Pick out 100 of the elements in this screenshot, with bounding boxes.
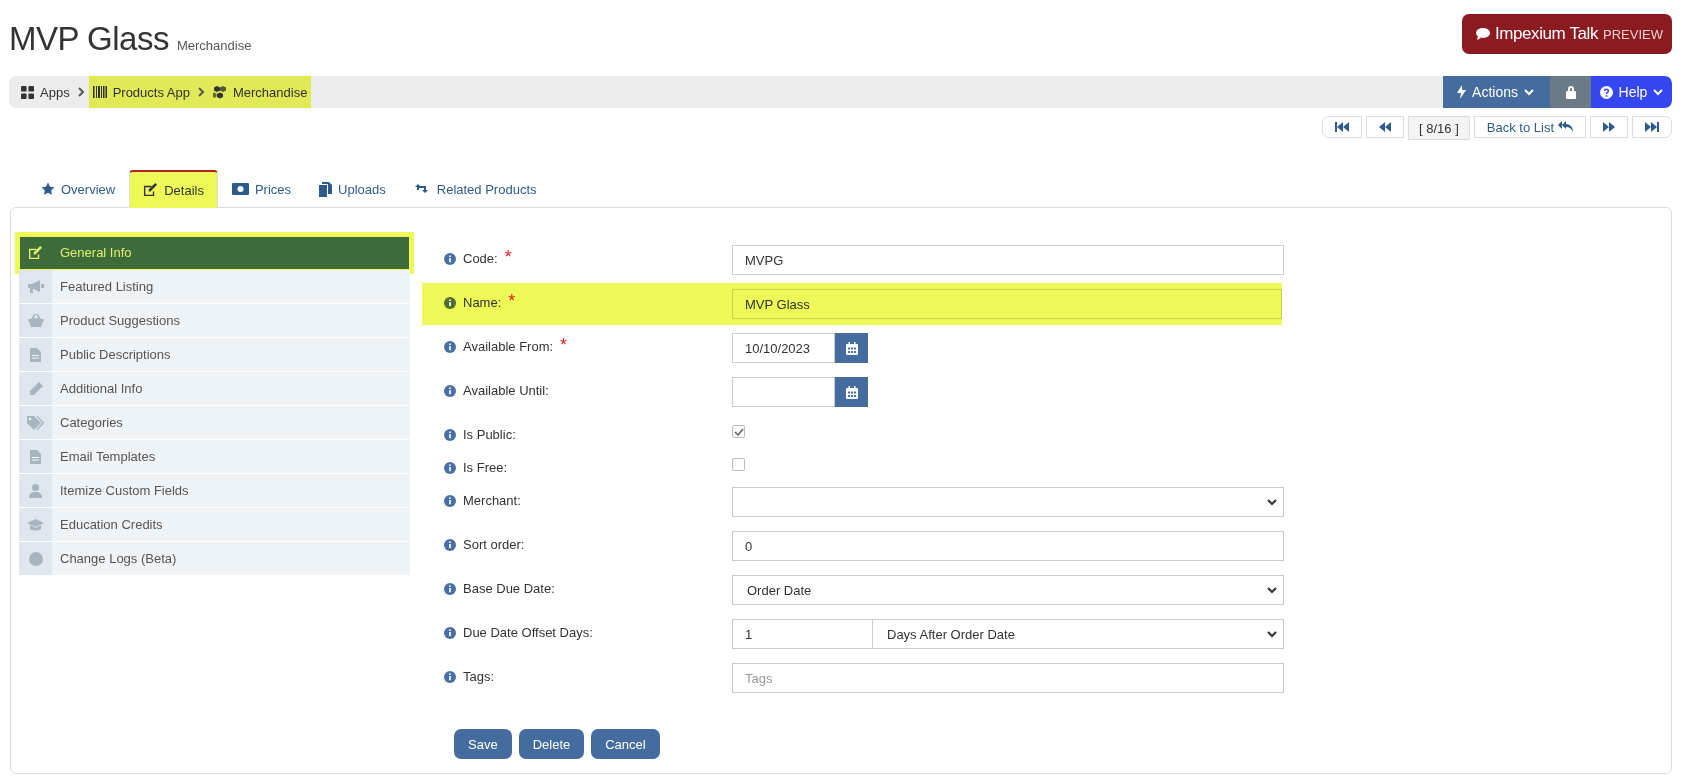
input-field[interactable]: MVP Glass: [732, 289, 1282, 319]
barcode-icon: [92, 86, 107, 98]
info-icon: [444, 296, 456, 309]
bolt-icon: [1457, 85, 1467, 99]
page-title: MVP Glass: [9, 20, 169, 58]
breadcrumb-link[interactable]: Apps: [17, 76, 74, 108]
select-field[interactable]: Days After Order Date: [872, 619, 1284, 649]
input-field[interactable]: Tags: [732, 663, 1284, 693]
last-page-icon: [1645, 122, 1659, 132]
help-button[interactable]: Help: [1591, 76, 1672, 108]
select-field[interactable]: [732, 487, 1284, 517]
side-menu-item[interactable]: Featured Listing: [19, 270, 410, 304]
info-icon: [444, 626, 456, 639]
next-icon: [1603, 122, 1615, 132]
input-field[interactable]: MVPG: [732, 245, 1284, 275]
tags-icon: [27, 415, 44, 430]
caret-icon: [1267, 586, 1277, 594]
cubes-icon: [212, 85, 227, 99]
form-button[interactable]: Cancel: [591, 729, 660, 759]
pencil-icon: [28, 381, 43, 396]
info-icon: [444, 384, 456, 397]
info-icon: [444, 494, 456, 507]
calendar-icon: [845, 385, 858, 399]
talk-button[interactable]: Impexium Talk PREVIEW: [1461, 14, 1672, 54]
edit-icon: [28, 245, 43, 260]
tab[interactable]: Prices: [217, 170, 306, 207]
date-field[interactable]: 10/10/2023: [732, 333, 835, 363]
money-icon: [231, 183, 249, 195]
field-label: Is Public:: [463, 427, 516, 442]
calendar-button[interactable]: [835, 333, 868, 363]
basket-icon: [27, 314, 44, 327]
input-field[interactable]: 0: [732, 531, 1284, 561]
field-label: Merchant:: [463, 493, 521, 508]
select-value: Order Date: [747, 582, 812, 598]
chevron-right-icon: [197, 87, 205, 97]
file-icon: [30, 347, 41, 362]
caret-icon: [1267, 498, 1277, 506]
required-mark: *: [508, 295, 516, 306]
actions-button[interactable]: Actions: [1443, 76, 1550, 108]
side-menu-item[interactable]: Public Descriptions: [19, 338, 410, 372]
breadcrumb-link[interactable]: Merchandise: [208, 76, 312, 108]
grid-icon: [21, 85, 34, 99]
first-button[interactable]: [1322, 116, 1363, 138]
breadcrumb-link[interactable]: Products App: [88, 76, 194, 108]
chevron-right-icon: [77, 87, 85, 97]
checkbox[interactable]: [732, 425, 745, 438]
next-button[interactable]: [1590, 116, 1628, 138]
select-field[interactable]: Order Date: [732, 575, 1284, 605]
lock-icon: [1564, 85, 1577, 99]
info-icon: [444, 461, 456, 474]
caret-icon: [1523, 88, 1534, 96]
side-menu-item[interactable]: Change Logs (Beta): [19, 542, 410, 576]
field-label: Available From:: [463, 339, 554, 354]
field-label: Available Until:: [463, 383, 549, 398]
field-label: Due Date Offset Days:: [463, 625, 593, 640]
checkbox[interactable]: [732, 458, 745, 471]
side-menu-item[interactable]: Categories: [19, 406, 410, 440]
user-icon: [29, 483, 42, 498]
info-icon: [444, 538, 456, 551]
circle-icon: [28, 551, 43, 566]
field-label: Sort order:: [463, 537, 525, 552]
input-field[interactable]: 1: [732, 619, 872, 649]
previous-button[interactable]: [1366, 116, 1405, 138]
page-subtitle: Merchandise: [176, 38, 252, 53]
retweet-icon: [413, 183, 431, 195]
tab[interactable]: Overview: [27, 170, 130, 207]
required-mark: *: [504, 251, 512, 262]
field-label: Name:: [463, 295, 502, 310]
record-position: [ 8/16 ]: [1408, 116, 1470, 140]
form-button[interactable]: Delete: [518, 729, 585, 759]
previous-icon: [1379, 122, 1392, 132]
file-icon: [30, 449, 41, 464]
date-field[interactable]: [732, 377, 835, 407]
required-mark: *: [560, 339, 568, 350]
calendar-button[interactable]: [835, 377, 868, 407]
side-menu-item[interactable]: Education Credits: [19, 508, 410, 542]
tab[interactable]: Related Products: [399, 170, 551, 207]
back-to-list-button[interactable]: Back to List: [1473, 116, 1586, 138]
field-label: Code:: [463, 251, 498, 266]
info-icon: [444, 252, 456, 265]
side-menu-item[interactable]: Itemize Custom Fields: [19, 474, 410, 508]
field-label: Base Due Date:: [463, 581, 555, 596]
info-icon: [444, 670, 456, 683]
field-label: Tags:: [463, 669, 495, 684]
tab[interactable]: Uploads: [305, 170, 400, 207]
caret-icon: [1267, 630, 1277, 638]
lock-button[interactable]: [1550, 76, 1591, 108]
comment-icon: [1475, 28, 1490, 40]
tab[interactable]: Details: [129, 170, 218, 208]
side-menu-item[interactable]: Email Templates: [19, 440, 410, 474]
caret-icon: [1653, 88, 1664, 96]
select-value: Days After Order Date: [887, 626, 1015, 642]
reply-all-icon: [1558, 121, 1573, 133]
side-menu-item[interactable]: Product Suggestions: [19, 304, 410, 338]
side-menu-item[interactable]: Additional Info: [19, 372, 410, 406]
last-button[interactable]: [1632, 116, 1672, 138]
star-icon: [41, 182, 55, 196]
form-button[interactable]: Save: [454, 729, 512, 759]
copy-icon: [319, 181, 333, 197]
info-icon: [444, 428, 456, 441]
